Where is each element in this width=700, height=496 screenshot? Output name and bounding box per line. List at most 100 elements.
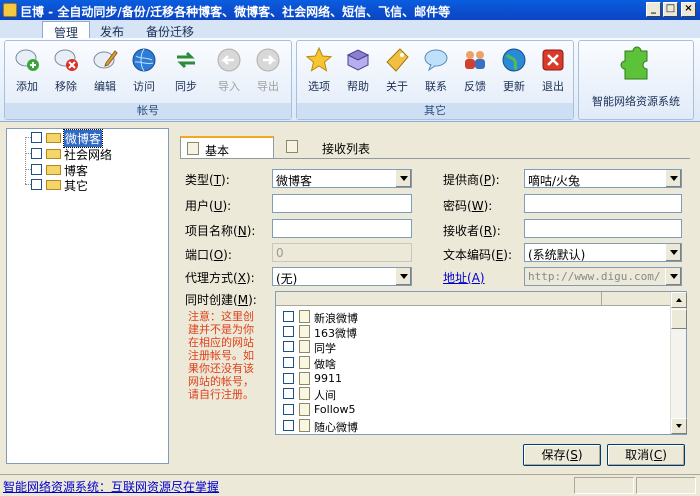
list-item[interactable]: 9911 <box>276 371 666 386</box>
site-checkbox[interactable] <box>283 420 294 431</box>
sync-label: 同步 <box>175 80 197 93</box>
scroll-thumb[interactable] <box>671 309 687 329</box>
receiver-input[interactable] <box>524 219 682 238</box>
list-item[interactable]: 随心微博 <box>276 418 666 434</box>
password-input[interactable] <box>524 194 682 213</box>
globe-icon <box>132 48 156 72</box>
tab-receive-list-label: 接收列表 <box>322 142 371 156</box>
tag-icon <box>386 48 409 72</box>
cancel-button[interactable]: 取消(C) <box>607 444 685 466</box>
export-button[interactable]: 导出 <box>250 45 286 97</box>
options-button[interactable]: 选项 <box>301 45 337 97</box>
book-icon <box>346 49 370 71</box>
list-scrollbar[interactable] <box>670 292 687 434</box>
tree-item-microblog[interactable]: 微博客 <box>7 129 127 148</box>
site-checkbox[interactable] <box>283 388 294 399</box>
visit-button[interactable]: 访问 <box>126 45 162 97</box>
brand-label: 智能网络资源系统 <box>592 95 680 108</box>
site-checklist[interactable]: 新浪微博 163微博 同学 做啥 9911 人间 Follow5 随心微博 <box>275 291 687 435</box>
tab-backup-migrate[interactable]: 备份迁移 <box>138 21 202 39</box>
tab-receive-list[interactable]: 接收列表 <box>280 136 400 158</box>
dropdown-arrow-icon[interactable] <box>395 170 411 187</box>
tree-checkbox[interactable] <box>31 148 42 159</box>
list-item[interactable]: 人间 <box>276 386 666 402</box>
exit-label: 退出 <box>542 80 564 93</box>
update-globe-icon <box>502 48 526 72</box>
save-button[interactable]: 保存(S) <box>523 444 601 466</box>
tab-basic-label: 基本 <box>205 144 230 158</box>
tab-basic[interactable]: 基本 <box>180 136 274 158</box>
site-checkbox[interactable] <box>283 341 294 352</box>
tab-manage[interactable]: 管理 <box>42 21 90 40</box>
maximize-button[interactable]: □ <box>663 2 678 17</box>
site-checkbox[interactable] <box>283 357 294 368</box>
user-input[interactable] <box>272 194 412 213</box>
remove-button[interactable]: 移除 <box>48 45 84 97</box>
document-icon <box>299 356 310 369</box>
encoding-select[interactable]: (系统默认) <box>524 243 682 262</box>
scroll-up-button[interactable] <box>671 292 687 308</box>
dropdown-arrow-icon[interactable] <box>395 268 411 285</box>
sync-icon <box>177 51 195 69</box>
site-checkbox[interactable] <box>283 311 294 322</box>
site-label: 随心微博 <box>314 421 358 434</box>
close-window-button[interactable]: × <box>681 2 696 17</box>
list-item[interactable]: 做啥 <box>276 355 666 371</box>
help-label: 帮助 <box>347 80 369 93</box>
scroll-down-button[interactable] <box>671 418 687 434</box>
feedback-label: 反馈 <box>464 80 486 93</box>
tree-item-label: 微博客 <box>62 129 104 148</box>
list-item[interactable]: 新浪微博 <box>276 309 666 325</box>
document-icon <box>299 387 310 400</box>
import-icon <box>217 48 241 72</box>
feedback-button[interactable]: 反馈 <box>457 45 493 97</box>
remove-user-icon <box>54 49 78 71</box>
tree-item-blog[interactable]: 博客 <box>7 162 127 178</box>
simultaneous-create-label: 同时创建(M): <box>185 293 257 307</box>
import-button[interactable]: 导入 <box>211 45 247 97</box>
column-divider[interactable] <box>601 292 602 306</box>
sync-button[interactable]: 同步 <box>168 45 204 97</box>
contact-label: 联系 <box>425 80 447 93</box>
site-label: 做啥 <box>314 358 336 371</box>
proxy-select[interactable]: (无) <box>272 267 412 286</box>
tree-checkbox[interactable] <box>31 164 42 175</box>
edit-button[interactable]: 编辑 <box>87 45 123 97</box>
address-link[interactable]: 地址(A) <box>443 269 485 286</box>
password-label: 密码(W): <box>443 199 493 213</box>
site-checkbox[interactable] <box>283 326 294 337</box>
type-select[interactable]: 微博客 <box>272 169 412 188</box>
help-button[interactable]: 帮助 <box>340 45 376 97</box>
port-input[interactable]: 0 <box>272 243 412 262</box>
status-link[interactable]: 智能网络资源系统：互联网资源尽在掌握 <box>3 478 219 495</box>
project-name-label: 项目名称(N): <box>185 224 256 238</box>
document-icon <box>299 340 310 353</box>
tree-item-other[interactable]: 其它 <box>7 177 127 193</box>
minimize-button[interactable]: _ <box>646 2 661 17</box>
site-checkbox[interactable] <box>283 404 294 415</box>
ribbon-tab-strip: 管理 发布 备份迁移 <box>0 20 700 40</box>
tree-checkbox[interactable] <box>31 179 42 190</box>
exit-button[interactable]: 退出 <box>535 45 571 97</box>
update-button[interactable]: 更新 <box>496 45 532 97</box>
dropdown-arrow-icon[interactable] <box>665 244 681 261</box>
add-button[interactable]: 添加 <box>9 45 45 97</box>
contact-button[interactable]: 联系 <box>418 45 454 97</box>
tree-item-social-network[interactable]: 社会网络 <box>7 146 127 162</box>
about-button[interactable]: 关于 <box>379 45 415 97</box>
dropdown-arrow-icon[interactable] <box>665 268 681 285</box>
list-item[interactable]: 同学 <box>276 339 666 355</box>
status-panel <box>636 477 696 494</box>
tree-checkbox[interactable] <box>31 132 42 143</box>
project-name-input[interactable] <box>272 219 412 238</box>
about-label: 关于 <box>386 80 408 93</box>
list-item[interactable]: Follow5 <box>276 402 666 417</box>
list-item[interactable]: 163微博 <box>276 324 666 340</box>
site-checkbox[interactable] <box>283 373 294 384</box>
dropdown-arrow-icon[interactable] <box>665 170 681 187</box>
tab-publish[interactable]: 发布 <box>92 21 132 39</box>
category-tree[interactable]: 微博客 社会网络 博客 其它 <box>6 128 169 464</box>
visit-label: 访问 <box>133 80 155 93</box>
address-select[interactable]: http://www.digu.com/ <box>524 267 682 286</box>
provider-select[interactable]: 嘀咕/火兔 <box>524 169 682 188</box>
